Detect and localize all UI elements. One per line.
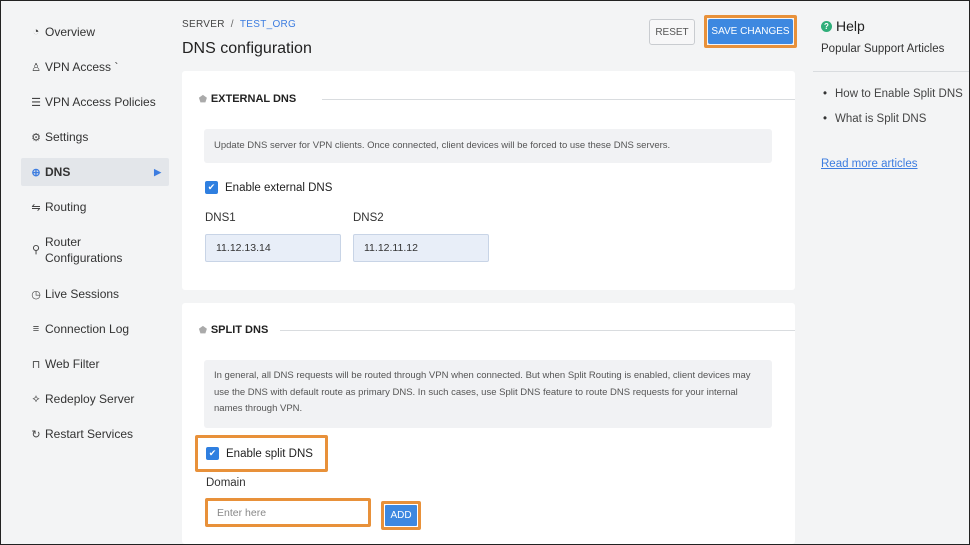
sidebar-item-label: VPN Access Policies [45,95,156,109]
sidebar-item-restart-services[interactable]: ↻ Restart Services [21,427,169,441]
help-icon: ? [821,20,832,32]
sidebar-item-web-filter[interactable]: ⊓ Web Filter [21,357,169,371]
breadcrumb-current[interactable]: TEST_ORG [240,19,296,30]
domain-highlight [205,498,371,527]
help-article-link[interactable]: How to Enable Split DNS [823,86,963,102]
dns2-label: DNS2 [353,212,384,224]
add-button[interactable]: ADD [385,505,417,526]
split-dns-heading: ⬟ SPLIT DNS [199,324,268,336]
shield-icon: ⬟ [199,93,207,104]
dns2-input[interactable]: 11.12.11.12 [353,234,489,262]
sidebar-item-label: Redeploy Server [45,392,135,406]
help-title: ? Help [821,18,865,34]
sidebar-item-connection-log[interactable]: ≡ Connection Log [21,322,169,336]
shield-icon: ⬟ [199,324,207,335]
sidebar-item-label: Overview [45,25,96,39]
sidebar: ◔ Overview ♙ VPN Access ` ☰ VPN Access P… [1,1,173,544]
sidebar-item-label: Connection Log [45,322,130,336]
help-subtitle: Popular Support Articles [821,43,945,55]
domain-input[interactable] [208,501,368,524]
enable-split-dns-checkbox[interactable]: ✔ [206,447,219,460]
breadcrumb: SERVER / TEST_ORG [182,19,296,30]
sidebar-item-router-configurations[interactable]: ⚲ Router Configurations [21,234,151,266]
external-dns-card: ⬟ EXTERNAL DNS Update DNS server for VPN… [182,71,795,290]
clock-icon: ◷ [31,288,41,301]
sidebar-item-label: Routing [45,200,87,214]
split-dns-heading-text: SPLIT DNS [210,324,269,336]
breadcrumb-separator: / [230,19,234,30]
add-highlight: ADD [381,501,421,530]
save-changes-button[interactable]: SAVE CHANGES [708,19,793,44]
routing-icon: ⇋ [31,201,41,214]
dns1-label: DNS1 [205,212,236,224]
external-dns-heading-text: EXTERNAL DNS [210,93,297,105]
save-highlight: SAVE CHANGES [704,15,797,48]
divider [813,71,969,72]
reset-button[interactable]: RESET [649,19,695,45]
log-icon: ≡ [32,323,40,335]
enable-external-dns-checkbox[interactable]: ✔ [205,181,218,194]
redeploy-icon: ⟡ [32,392,40,405]
globe-icon: ⊕ [31,166,41,179]
external-dns-heading: ⬟ EXTERNAL DNS [199,93,296,105]
lock-icon: ⊓ [31,358,41,371]
domain-label: Domain [206,477,246,489]
divider [280,330,795,331]
list-icon: ☰ [31,96,41,109]
page: ◔ Overview ♙ VPN Access ` ☰ VPN Access P… [1,1,969,544]
enable-split-dns-label: Enable split DNS [226,447,313,460]
help-article-link[interactable]: What is Split DNS [823,111,963,127]
dns1-input[interactable]: 11.12.13.14 [205,234,341,262]
divider [322,99,795,100]
enable-external-dns-label: Enable external DNS [225,181,333,194]
overview-icon: ◔ [32,26,40,38]
enable-split-dns-row[interactable]: ✔ Enable split DNS [206,447,313,460]
sidebar-item-vpn-access-policies[interactable]: ☰ VPN Access Policies [21,95,169,109]
gear-icon: ⚙ [31,131,41,144]
breadcrumb-root[interactable]: SERVER [182,19,225,30]
sidebar-item-label: VPN Access ` [45,60,119,74]
split-dns-info: In general, all DNS requests will be rou… [204,360,772,428]
sidebar-item-live-sessions[interactable]: ◷ Live Sessions [21,287,169,301]
enable-external-dns-row[interactable]: ✔ Enable external DNS [205,181,332,194]
page-title: DNS configuration [182,40,312,57]
help-title-text: Help [836,18,865,34]
sidebar-item-label: Settings [45,130,89,144]
split-dns-highlight: ✔ Enable split DNS [195,435,328,472]
sidebar-item-vpn-access[interactable]: ♙ VPN Access ` [21,60,169,74]
read-more-link[interactable]: Read more articles [821,158,918,170]
sidebar-item-redeploy-server[interactable]: ⟡ Redeploy Server [21,392,169,406]
sidebar-item-overview[interactable]: ◔ Overview [21,25,169,39]
sidebar-item-label: Restart Services [45,427,134,441]
sidebar-item-dns[interactable]: ⊕ DNS ▶ [21,158,169,186]
wrench-icon: ⚲ [31,244,41,256]
restart-icon: ↻ [31,428,41,441]
help-article-list: How to Enable Split DNS What is Split DN… [823,86,963,136]
sidebar-item-routing[interactable]: ⇋ Routing [21,200,169,214]
sidebar-item-label: Live Sessions [45,287,120,301]
sidebar-item-label: Router Configurations [45,235,123,265]
user-icon: ♙ [31,61,41,74]
sidebar-item-label: DNS [45,165,71,179]
caret-right-icon: ▶ [154,166,161,177]
sidebar-item-label: Web Filter [45,357,100,371]
sidebar-item-settings[interactable]: ⚙ Settings [21,130,169,144]
external-dns-info: Update DNS server for VPN clients. Once … [204,129,772,163]
